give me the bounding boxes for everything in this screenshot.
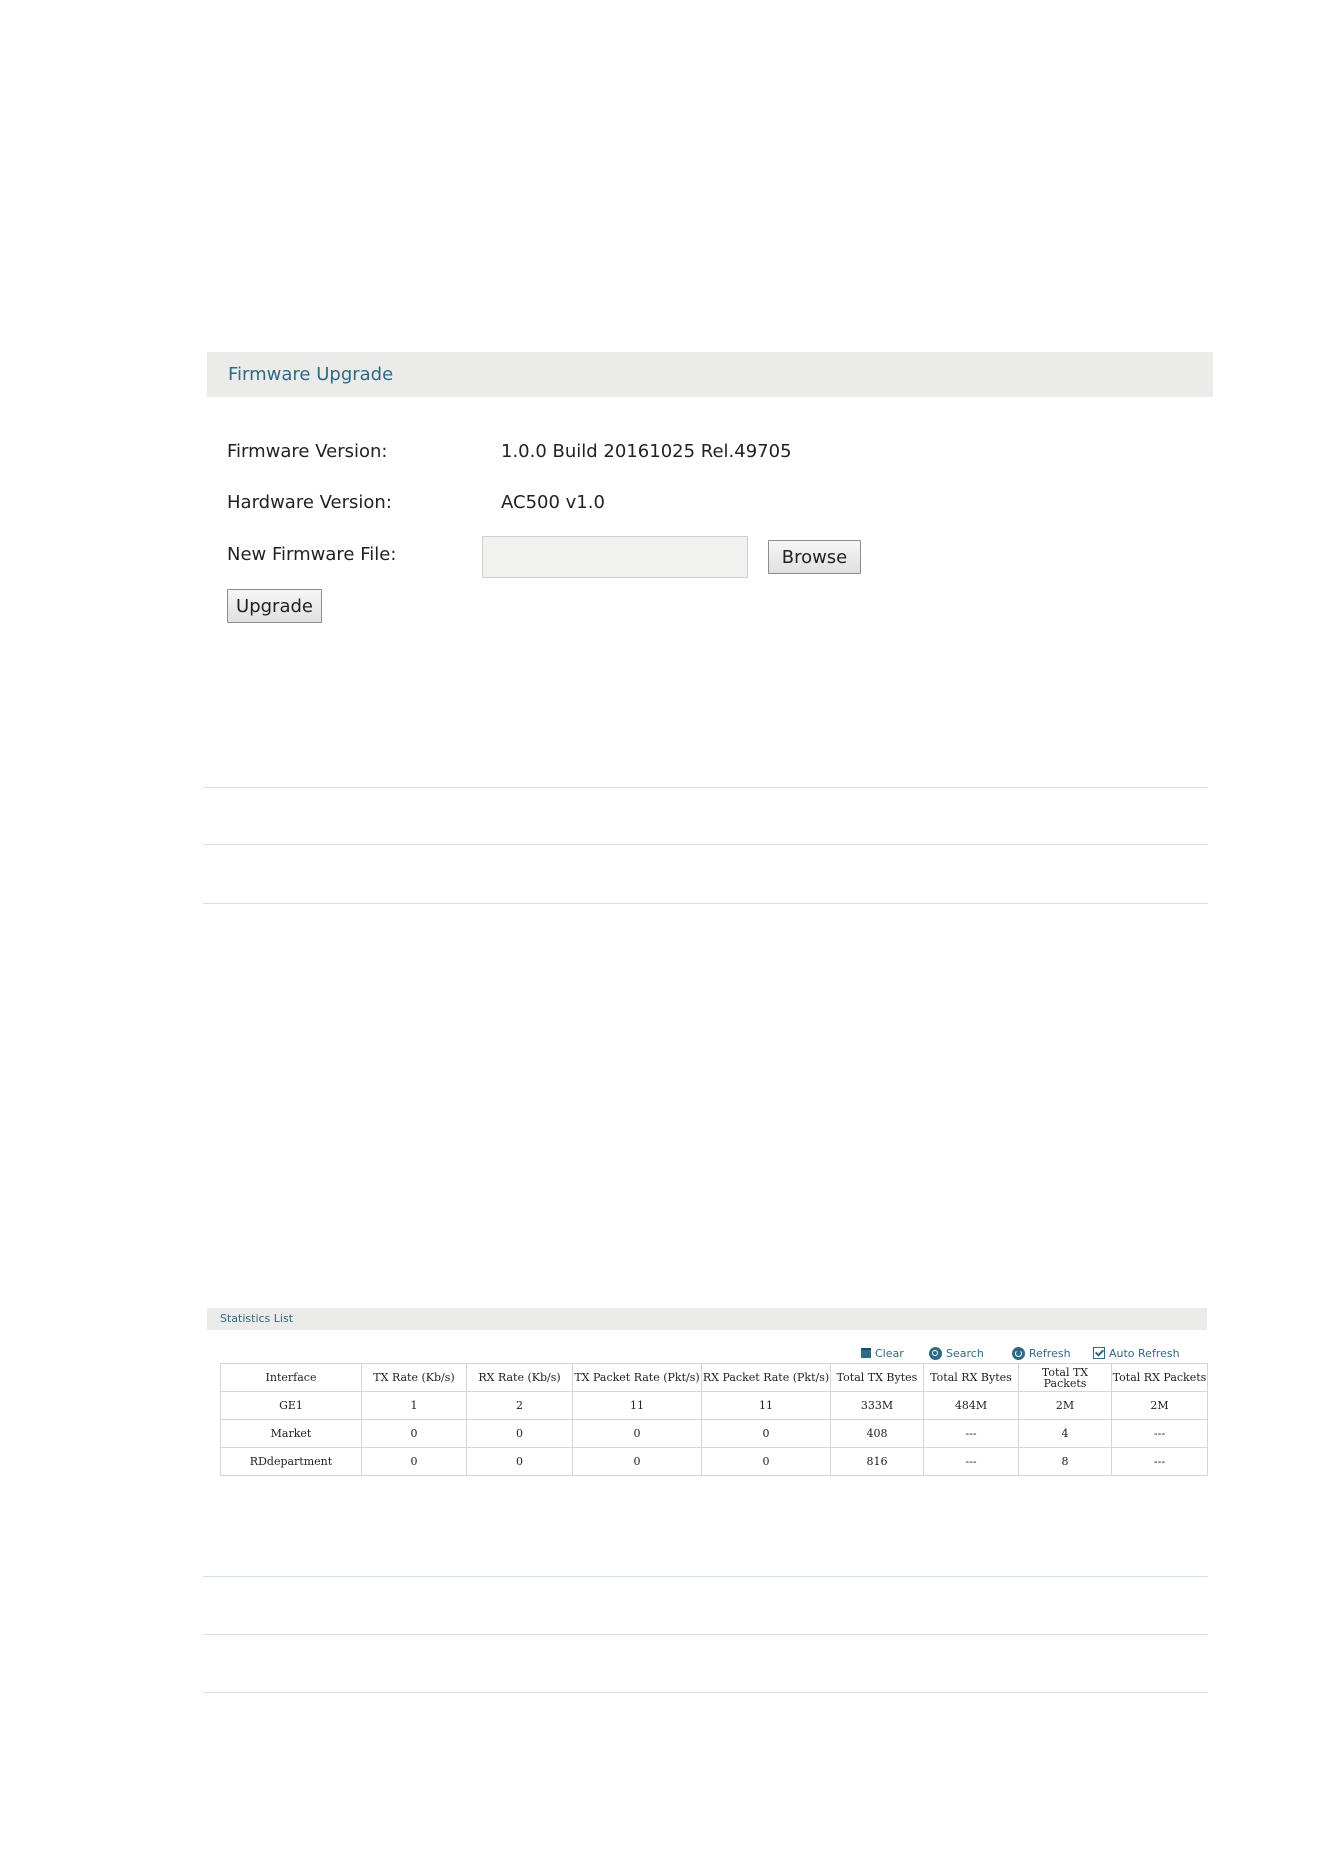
column-header-tx-rate: TX Rate (Kb/s) <box>361 1363 467 1392</box>
hardware-version-label: Hardware Version: <box>227 492 392 513</box>
divider-line <box>203 903 1208 904</box>
table-cell: 2M <box>1018 1391 1112 1420</box>
auto-refresh-checkbox[interactable]: Auto Refresh <box>1093 1345 1180 1361</box>
search-icon <box>929 1346 942 1360</box>
column-header-rx-packet-rate: RX Packet Rate (Pkt/s) <box>701 1363 831 1392</box>
statistics-list-title: Statistics List <box>220 1312 294 1325</box>
firmware-upgrade-title: Firmware Upgrade <box>228 364 394 385</box>
clear-label: Clear <box>875 1346 904 1360</box>
table-cell: 1 <box>361 1391 467 1420</box>
table-cell: --- <box>1111 1447 1208 1476</box>
divider-line <box>203 1634 1208 1635</box>
table-cell: 11 <box>572 1391 702 1420</box>
table-cell: 816 <box>830 1447 924 1476</box>
search-label: Search <box>946 1346 984 1360</box>
table-cell: 8 <box>1018 1447 1112 1476</box>
statistics-table: Interface TX Rate (Kb/s) RX Rate (Kb/s) … <box>220 1363 1208 1476</box>
table-row[interactable]: RDdepartment 0 0 0 0 816 --- 8 --- <box>220 1447 1208 1476</box>
auto-refresh-label: Auto Refresh <box>1109 1346 1180 1360</box>
hardware-version-value: AC500 v1.0 <box>501 492 605 513</box>
firmware-upgrade-header: Firmware Upgrade <box>207 352 1213 397</box>
refresh-icon <box>1012 1346 1025 1360</box>
clear-button[interactable]: Clear <box>861 1345 904 1361</box>
checkbox-checked-icon <box>1093 1347 1105 1359</box>
table-cell: 408 <box>830 1419 924 1448</box>
firmware-version-label: Firmware Version: <box>227 441 388 462</box>
column-header-tx-packet-rate: TX Packet Rate (Pkt/s) <box>572 1363 702 1392</box>
table-cell: 333M <box>830 1391 924 1420</box>
upgrade-button[interactable]: Upgrade <box>227 589 322 623</box>
table-cell: --- <box>923 1447 1019 1476</box>
table-cell: 0 <box>361 1447 467 1476</box>
new-firmware-file-input[interactable] <box>482 536 748 578</box>
table-cell: 0 <box>701 1447 831 1476</box>
table-cell: 0 <box>466 1419 573 1448</box>
table-cell: GE1 <box>220 1391 362 1420</box>
table-cell: 2M <box>1111 1391 1208 1420</box>
refresh-label: Refresh <box>1029 1346 1071 1360</box>
table-cell: --- <box>1111 1419 1208 1448</box>
divider-line <box>203 1576 1208 1577</box>
trash-icon <box>861 1348 871 1358</box>
column-header-total-tx-bytes: Total TX Bytes <box>830 1363 924 1392</box>
search-button[interactable]: Search <box>929 1345 984 1361</box>
table-cell: Market <box>220 1419 362 1448</box>
divider-line <box>203 844 1208 845</box>
table-cell: 0 <box>361 1419 467 1448</box>
new-firmware-file-label: New Firmware File: <box>227 544 397 565</box>
column-header-total-rx-bytes: Total RX Bytes <box>923 1363 1019 1392</box>
table-header-row: Interface TX Rate (Kb/s) RX Rate (Kb/s) … <box>220 1363 1208 1392</box>
firmware-version-value: 1.0.0 Build 20161025 Rel.49705 <box>501 441 792 462</box>
column-header-total-rx-packets: Total RX Packets <box>1111 1363 1208 1392</box>
column-header-total-tx-packets: Total TX Packets <box>1018 1363 1112 1392</box>
table-row[interactable]: Market 0 0 0 0 408 --- 4 --- <box>220 1419 1208 1448</box>
table-cell: 484M <box>923 1391 1019 1420</box>
refresh-button[interactable]: Refresh <box>1012 1345 1071 1361</box>
divider-line <box>203 787 1208 788</box>
table-cell: 0 <box>572 1419 702 1448</box>
column-header-rx-rate: RX Rate (Kb/s) <box>466 1363 573 1392</box>
column-header-interface: Interface <box>220 1363 362 1392</box>
table-cell: 4 <box>1018 1419 1112 1448</box>
browse-button[interactable]: Browse <box>768 540 861 574</box>
table-cell: RDdepartment <box>220 1447 362 1476</box>
table-cell: 0 <box>701 1419 831 1448</box>
table-row[interactable]: GE1 1 2 11 11 333M 484M 2M 2M <box>220 1391 1208 1420</box>
divider-line <box>203 1692 1208 1693</box>
table-cell: 2 <box>466 1391 573 1420</box>
statistics-list-header: Statistics List <box>207 1308 1207 1330</box>
table-cell: 0 <box>466 1447 573 1476</box>
table-cell: 0 <box>572 1447 702 1476</box>
table-cell: 11 <box>701 1391 831 1420</box>
table-cell: --- <box>923 1419 1019 1448</box>
